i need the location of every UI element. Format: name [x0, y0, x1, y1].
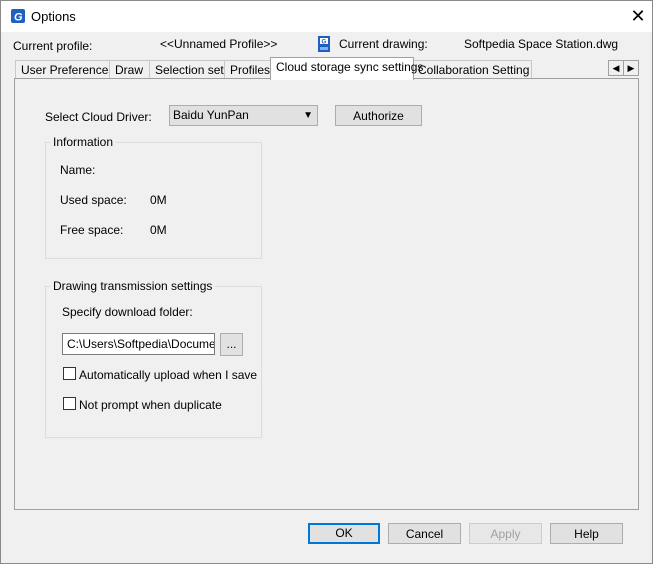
chevron-down-icon: ▼: [303, 110, 313, 121]
browse-folder-button[interactable]: ...: [220, 333, 243, 356]
dwg-file-icon: G: [317, 36, 331, 52]
gstarcad-icon: G: [11, 9, 25, 24]
authorize-button[interactable]: Authorize: [335, 105, 422, 126]
options-window: G Options ✕ Current profile: <<Unnamed P…: [0, 0, 653, 564]
cloud-driver-select[interactable]: Baidu YunPan ▼: [169, 105, 318, 126]
download-folder-label: Specify download folder:: [62, 305, 193, 319]
tab-scroll-right-icon[interactable]: ▶: [623, 60, 639, 76]
no-prompt-duplicate-label[interactable]: Not prompt when duplicate: [79, 398, 222, 412]
ok-button[interactable]: OK: [308, 523, 380, 544]
cancel-button[interactable]: Cancel: [388, 523, 461, 544]
tab-cloud-storage-sync-settings[interactable]: Cloud storage sync settings: [270, 57, 423, 80]
current-drawing-value: Softpedia Space Station.dwg: [464, 37, 619, 51]
tab-scroll-left-icon[interactable]: ◀: [608, 60, 624, 76]
tab-selection-set[interactable]: Selection set: [149, 60, 230, 79]
current-profile-value: <<Unnamed Profile>>: [160, 37, 278, 51]
auto-upload-checkbox[interactable]: [63, 367, 76, 380]
free-space-value: 0M: [150, 223, 167, 237]
name-label: Name:: [60, 163, 96, 177]
select-cloud-driver-label: Select Cloud Driver:: [45, 110, 152, 124]
current-profile-label: Current profile:: [13, 39, 93, 53]
title-bar: G Options ✕: [1, 1, 652, 32]
tab-user-preferences[interactable]: User Preferences: [15, 60, 120, 79]
tab-collaboration-setting[interactable]: Collaboration Setting: [412, 60, 532, 79]
svg-text:G: G: [322, 40, 327, 46]
used-space-value: 0M: [150, 193, 167, 207]
help-button[interactable]: Help: [550, 523, 623, 544]
window-title: Options: [31, 9, 76, 24]
information-title: Information: [50, 135, 117, 149]
cloud-driver-value: Baidu YunPan: [173, 108, 249, 122]
auto-upload-label[interactable]: Automatically upload when I save: [79, 368, 257, 382]
download-folder-input[interactable]: C:\Users\Softpedia\Documents: [62, 333, 215, 355]
cloud-settings-panel: Select Cloud Driver: Baidu YunPan ▼ Auth…: [14, 78, 639, 510]
current-drawing-label: Current drawing:: [339, 37, 428, 51]
close-icon[interactable]: ✕: [628, 6, 648, 26]
tab-profiles[interactable]: Profiles: [224, 60, 276, 79]
apply-button: Apply: [469, 523, 542, 544]
transmission-title: Drawing transmission settings: [50, 279, 216, 293]
no-prompt-duplicate-checkbox[interactable]: [63, 397, 76, 410]
free-space-label: Free space:: [60, 223, 124, 237]
svg-text:G: G: [14, 12, 23, 24]
used-space-label: Used space:: [60, 193, 127, 207]
